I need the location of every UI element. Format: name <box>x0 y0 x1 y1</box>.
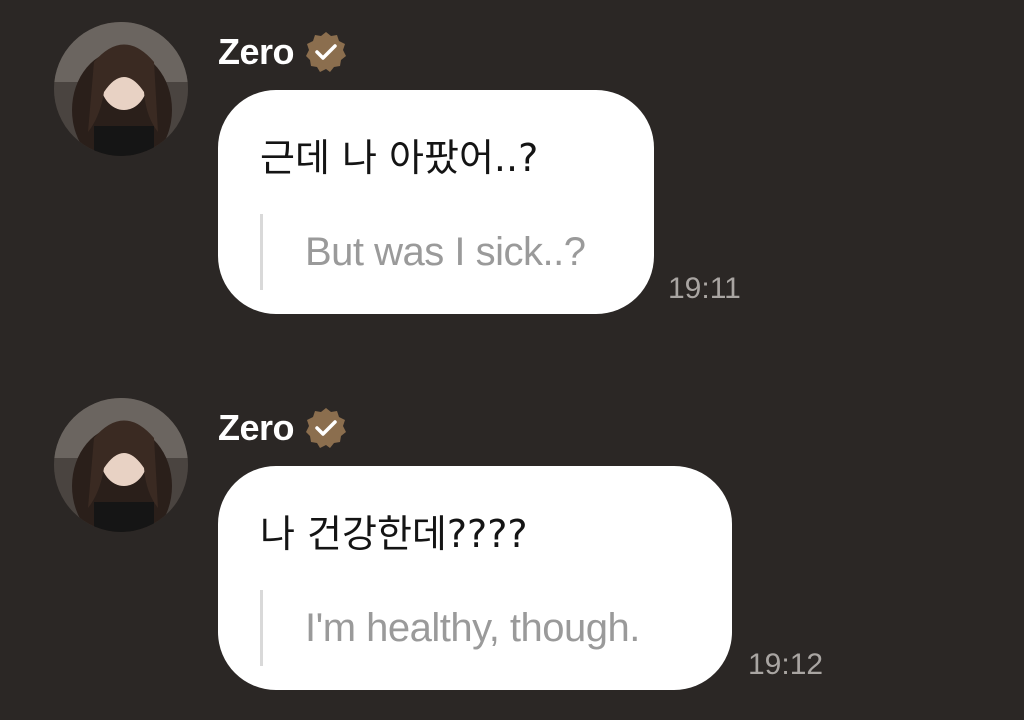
translation-block: But was I sick..? <box>260 214 612 290</box>
avatar[interactable] <box>54 22 188 156</box>
message-bubble[interactable]: 근데 나 아팠어..? But was I sick..? <box>218 90 654 314</box>
translation-text: But was I sick..? <box>305 229 586 274</box>
profile-photo-icon <box>54 22 188 156</box>
timestamp: 19:12 <box>748 648 824 681</box>
sender: Zero <box>218 30 348 74</box>
translation-text: I'm healthy, though. <box>305 605 640 650</box>
message-bubble[interactable]: 나 건강한데???? I'm healthy, though. <box>218 466 732 690</box>
timestamp: 19:11 <box>668 272 741 305</box>
sender-name: Zero <box>218 407 295 448</box>
translation-block: I'm healthy, though. <box>260 590 690 666</box>
chat-thread: Zero 근데 나 아팠어..? But was I sick..? 19:11 <box>0 0 1024 720</box>
message-text: 나 건강한데???? <box>260 512 528 556</box>
verified-badge-icon <box>304 406 348 450</box>
avatar[interactable] <box>54 398 188 532</box>
sender: Zero <box>218 406 348 450</box>
verified-badge-icon <box>304 30 348 74</box>
message-text: 근데 나 아팠어..? <box>260 136 539 180</box>
sender-name: Zero <box>218 31 295 72</box>
profile-photo-icon <box>54 398 188 532</box>
